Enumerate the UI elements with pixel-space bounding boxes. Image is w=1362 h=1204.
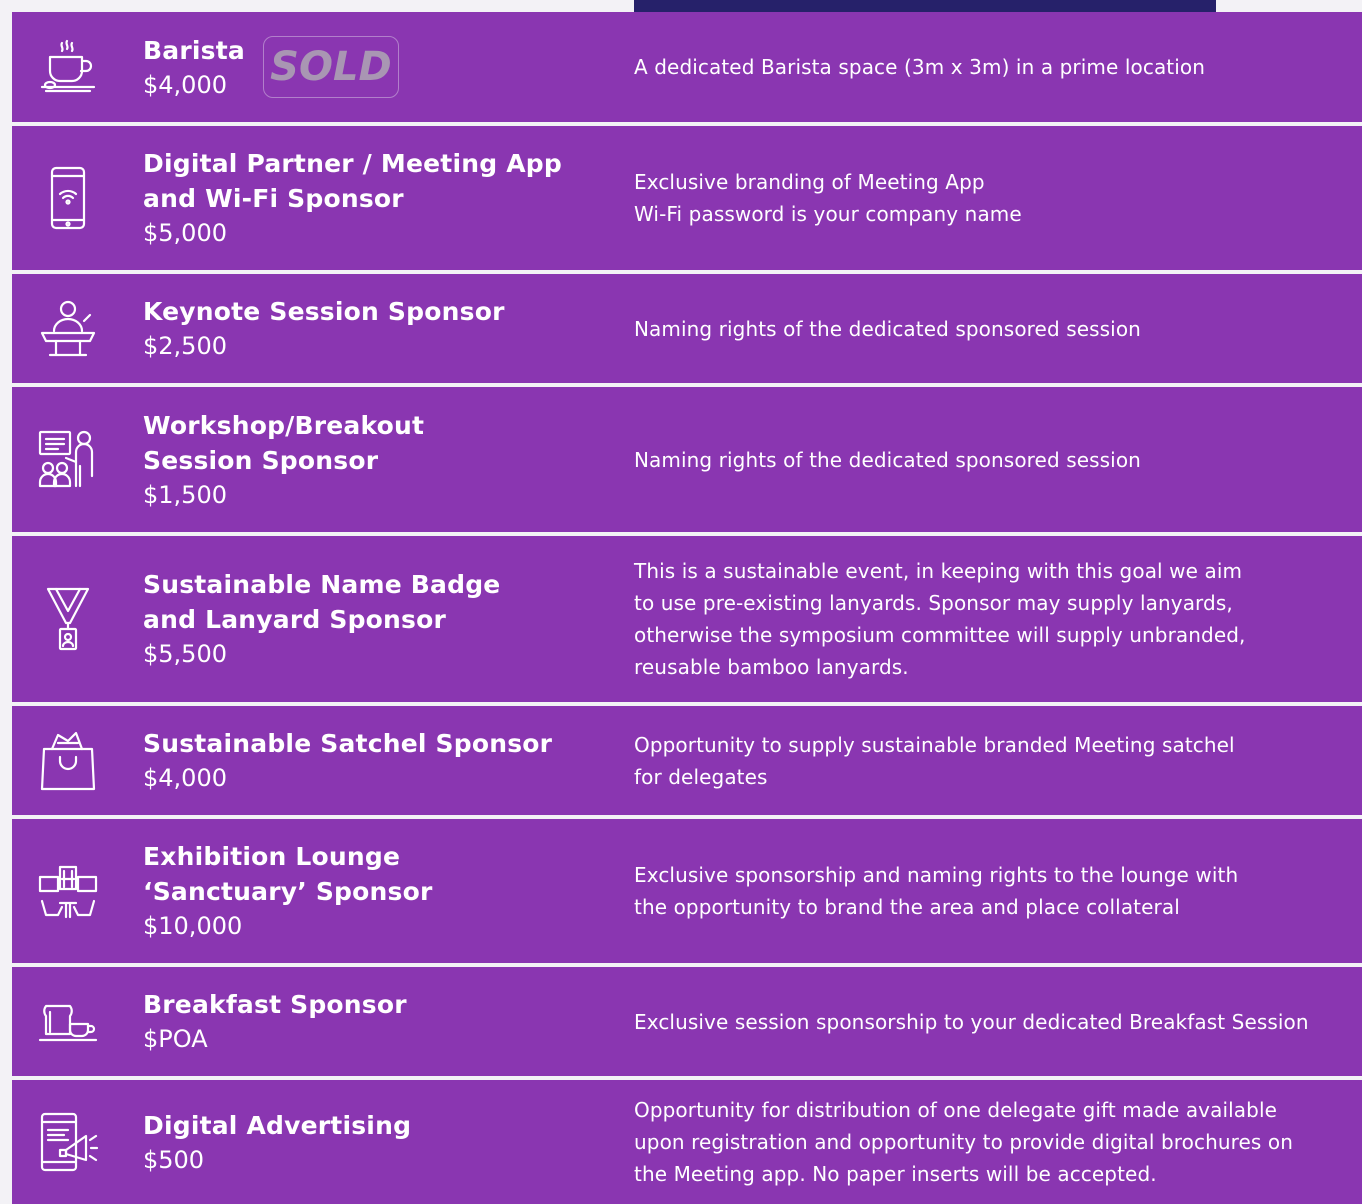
workshop-presentation-icon — [34, 387, 102, 532]
smartphone-wifi-icon — [34, 126, 102, 270]
sponsorship-price: $500 — [143, 1145, 205, 1174]
sponsorship-row-satchel: Sustainable Satchel Sponsor $4,000 Oppor… — [12, 706, 1362, 815]
sponsorship-description: Naming rights of the dedicated sponsored… — [634, 316, 1141, 341]
sponsorship-title: Digital Advertising — [143, 1110, 412, 1140]
sponsorship-title: Exhibition Lounge ‘Sanctuary’ Sponsor — [143, 842, 433, 906]
breakfast-toast-coffee-icon — [34, 967, 102, 1076]
sponsorship-price: $2,500 — [143, 332, 227, 360]
sponsorship-description: Exclusive session sponsorship to your de… — [634, 1009, 1309, 1034]
sponsorship-row-keynote: Keynote Session Sponsor $2,500 Naming ri… — [12, 274, 1362, 383]
sponsorship-price: $1,500 — [143, 480, 227, 509]
sponsorship-description: A dedicated Barista space (3m x 3m) in a… — [634, 55, 1206, 79]
sponsorship-row-digital-advertising: Digital Advertising $500 Opportunity for… — [12, 1080, 1362, 1204]
sponsorship-row-lanyard: Sustainable Name Badge and Lanyard Spons… — [12, 536, 1362, 702]
sponsorship-title: Sustainable Satchel Sponsor — [143, 729, 553, 758]
sponsorship-price: $4,000 — [143, 764, 227, 792]
lounge-icon — [34, 819, 102, 963]
digital-advertising-megaphone-icon — [34, 1080, 102, 1204]
satchel-bag-icon — [34, 706, 102, 815]
sponsorship-price: $10,000 — [143, 912, 243, 940]
sponsorship-title: Digital Partner / Meeting App and Wi-Fi … — [143, 149, 562, 213]
sponsorship-title: Barista — [143, 35, 245, 65]
sold-badge: SOLD — [262, 36, 399, 98]
sponsorship-description: Exclusive branding of Meeting App Wi-Fi … — [634, 170, 1022, 226]
keynote-speaker-icon — [34, 274, 102, 383]
sponsorship-price: $5,500 — [143, 640, 227, 668]
sponsorship-description: Exclusive sponsorship and naming rights … — [634, 863, 1239, 919]
sponsorship-title: Keynote Session Sponsor — [143, 297, 505, 326]
sponsorship-title: Breakfast Sponsor — [143, 990, 407, 1019]
lanyard-badge-icon — [34, 536, 102, 702]
coffee-cup-icon — [34, 12, 102, 122]
sponsorship-row-lounge: Exhibition Lounge ‘Sanctuary’ Sponsor $1… — [12, 819, 1362, 963]
sponsorship-row-breakfast: Breakfast Sponsor $POA Exclusive session… — [12, 967, 1362, 1076]
sponsorship-title: Workshop/Breakout Session Sponsor — [143, 410, 425, 475]
sponsorship-row-digital-partner: Digital Partner / Meeting App and Wi-Fi … — [12, 126, 1362, 270]
sponsorship-row-workshop: Workshop/Breakout Session Sponsor $1,500… — [12, 387, 1362, 532]
sponsorship-description: Opportunity for distribution of one dele… — [634, 1098, 1293, 1186]
sponsorship-price: $5,000 — [143, 219, 227, 247]
header-bar-fragment — [634, 0, 1216, 12]
sponsorship-title: Sustainable Name Badge and Lanyard Spons… — [143, 570, 501, 634]
sponsorship-price: $4,000 — [143, 70, 227, 99]
sponsorship-price: $POA — [143, 1025, 208, 1053]
sponsorship-description: Opportunity to supply sustainable brande… — [634, 732, 1235, 789]
sponsorship-description: This is a sustainable event, in keeping … — [634, 559, 1246, 679]
sponsorship-row-barista: Barista $4,000 SOLD A dedicated Barista … — [12, 12, 1362, 122]
sponsorship-description: Naming rights of the dedicated sponsored… — [634, 447, 1141, 472]
